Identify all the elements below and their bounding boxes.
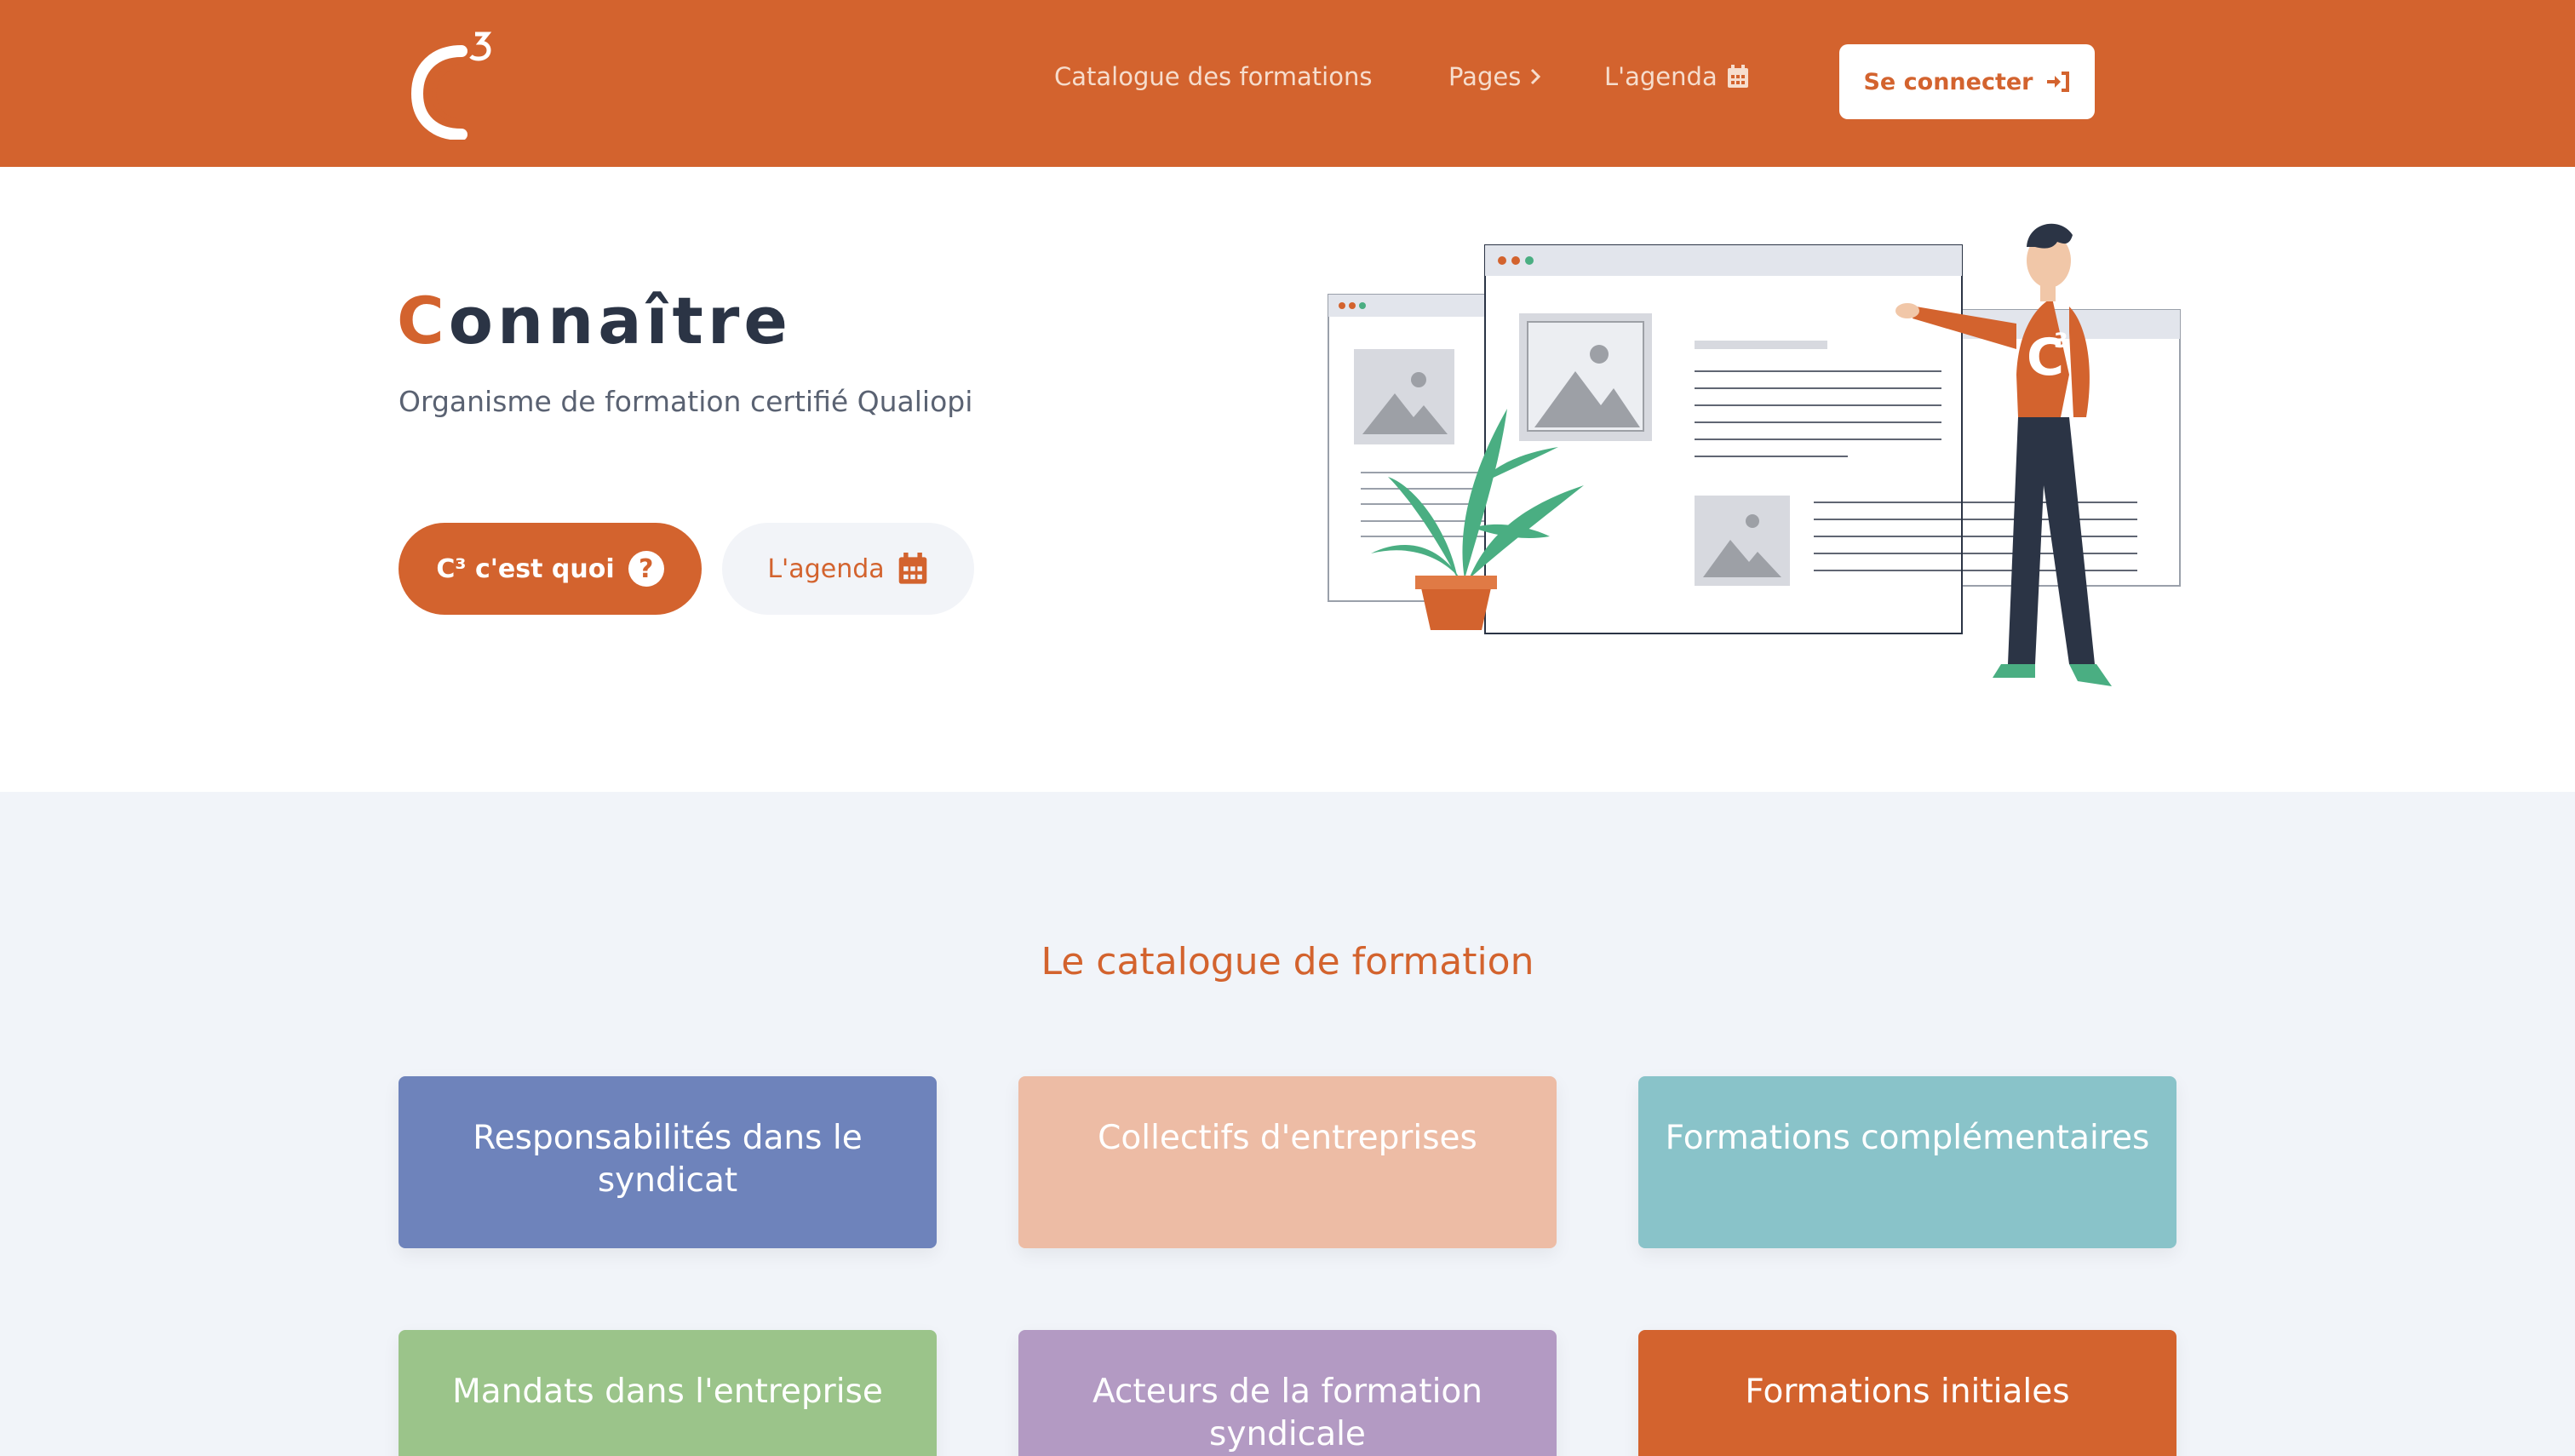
site-header: Catalogue des formations Pages L'agenda … [0,0,2575,167]
catalogue-card-label: Responsabilités dans le syndicat [473,1119,863,1200]
hero-title-rest: onnaître [448,283,792,358]
hero-subtitle: Organisme de formation certifié Qualiopi [399,385,973,418]
login-button[interactable]: Se connecter [1839,44,2095,119]
catalogue-card-complementaires[interactable]: Formations complémentaires [1638,1076,2176,1248]
hero-illustration: C 3 [1320,204,2197,707]
chevron-right-icon [1531,68,1541,85]
catalogue-card-label: Mandats dans l'entreprise [452,1373,883,1411]
nav-catalogue-label: Catalogue des formations [1054,62,1373,91]
catalogue-card-initiales[interactable]: Formations initiales [1638,1330,2176,1456]
calendar-icon [898,553,926,584]
nav-catalogue-link[interactable]: Catalogue des formations [1054,60,1372,94]
catalogue-card-label: Collectifs d'entreprises [1098,1119,1477,1157]
catalogue-title: Le catalogue de formation [1041,940,1534,983]
agenda-button-label: L'agenda [767,553,885,584]
login-button-label: Se connecter [1863,68,2033,95]
catalogue-card-label: Formations complémentaires [1665,1119,2150,1157]
question-circle-icon: ? [628,551,664,587]
nav-pages-label: Pages [1448,62,1522,91]
nav-agenda-label: L'agenda [1604,62,1718,91]
catalogue-card-label: Formations initiales [1745,1373,2070,1411]
catalogue-card-collectifs[interactable]: Collectifs d'entreprises [1018,1076,1557,1248]
c3-about-button-label: C³ c'est quoi [436,553,615,584]
sign-in-icon [2046,72,2069,92]
catalogue-card-acteurs[interactable]: Acteurs de la formation syndicale [1018,1330,1557,1456]
c3-logo[interactable] [409,26,502,140]
section-wave [0,792,2575,843]
nav-pages-dropdown[interactable]: Pages [1448,60,1541,94]
catalogue-card-mandats[interactable]: Mandats dans l'entreprise [399,1330,937,1456]
nav-agenda-link[interactable]: L'agenda [1604,60,1750,94]
c3-about-button[interactable]: C³ c'est quoi ? [399,523,702,615]
calendar-icon [1727,65,1748,88]
hero-title: Connaître [397,283,792,358]
hero-title-initial: C [397,283,449,358]
agenda-button[interactable]: L'agenda [722,523,974,615]
catalogue-card-responsabilites[interactable]: Responsabilités dans le syndicat [399,1076,937,1248]
catalogue-card-label: Acteurs de la formation syndicale [1092,1373,1482,1453]
svg-text:3: 3 [2054,329,2068,353]
